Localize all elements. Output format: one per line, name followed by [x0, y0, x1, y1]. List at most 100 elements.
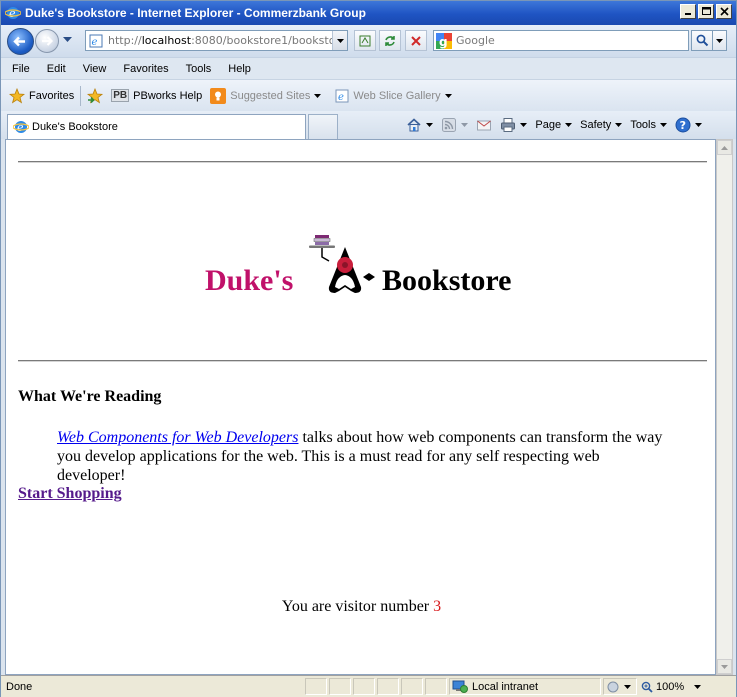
- maximize-button[interactable]: [698, 4, 714, 19]
- protected-mode-icon: [607, 681, 619, 692]
- back-button[interactable]: [7, 28, 34, 55]
- zone-label: Local intranet: [472, 680, 539, 693]
- printer-icon: [501, 118, 516, 132]
- status-cell: [401, 678, 423, 695]
- menu-file[interactable]: File: [1, 63, 36, 75]
- chevron-down-icon: [461, 123, 469, 127]
- menu-edit[interactable]: Edit: [36, 63, 72, 75]
- favorite-web-slice-gallery[interactable]: e Web Slice Gallery: [335, 89, 452, 103]
- read-mail-button[interactable]: [472, 117, 496, 133]
- feeds-button[interactable]: [437, 117, 472, 133]
- chevron-down-icon: [694, 684, 702, 689]
- zoom-icon: [641, 681, 653, 693]
- suggested-sites-icon: [210, 87, 227, 104]
- menu-bar: File Edit View Favorites Tools Help: [1, 57, 736, 79]
- add-to-favorites-bar-button[interactable]: [87, 87, 105, 104]
- section-heading: What We're Reading: [18, 388, 162, 405]
- address-dropdown-button[interactable]: [332, 31, 347, 50]
- web-slice-icon: e: [335, 89, 349, 103]
- page-menu-button[interactable]: Page: [531, 119, 576, 131]
- horizontal-rule: [18, 360, 707, 362]
- security-zone[interactable]: Local intranet: [449, 678, 601, 695]
- favorites-label: Favorites: [29, 89, 75, 102]
- svg-text:e: e: [92, 37, 98, 48]
- minimize-icon: [684, 13, 691, 15]
- svg-text:e: e: [338, 92, 344, 103]
- refresh-button[interactable]: [379, 30, 401, 51]
- address-bar[interactable]: e http://localhost:8080/bookstore1/books…: [85, 30, 348, 51]
- search-icon: [696, 34, 708, 47]
- page-content: Duke's Bookstore What We're Reading Web …: [5, 139, 716, 675]
- favorites-button[interactable]: Favorites: [9, 87, 75, 104]
- safety-menu-button[interactable]: Safety: [576, 119, 626, 131]
- forward-button[interactable]: [35, 29, 59, 53]
- zoom-control[interactable]: 100%: [639, 678, 717, 695]
- svg-text:e: e: [17, 121, 24, 134]
- svg-text:?: ?: [680, 119, 686, 132]
- favorite-label: PBworks Help: [133, 89, 203, 102]
- search-options-button[interactable]: [713, 30, 727, 51]
- help-icon: ?: [675, 117, 691, 133]
- search-input[interactable]: Google: [456, 34, 495, 47]
- browser-window: e Duke's Bookstore - Internet Explorer -…: [0, 0, 737, 697]
- favorite-label: Web Slice Gallery: [353, 89, 441, 102]
- status-bar: Done Local intranet 100%: [1, 675, 736, 697]
- chevron-down-icon: [695, 123, 702, 127]
- brand-bookstore: Bookstore: [382, 264, 512, 297]
- rss-feed-icon: [442, 118, 457, 132]
- book-link[interactable]: Web Components for Web Developers: [57, 429, 298, 446]
- refresh-icon: [385, 35, 395, 46]
- menu-favorites[interactable]: Favorites: [112, 63, 174, 75]
- vertical-scrollbar[interactable]: [716, 139, 733, 675]
- close-icon: [719, 7, 729, 16]
- chevron-down-icon: [615, 123, 623, 127]
- favorite-label: Suggested Sites: [230, 89, 311, 102]
- new-tab-button[interactable]: [308, 114, 338, 139]
- favorite-suggested-sites[interactable]: Suggested Sites: [210, 87, 322, 104]
- recent-pages-dropdown-icon[interactable]: [63, 37, 72, 43]
- stop-button[interactable]: [405, 30, 427, 51]
- home-button[interactable]: [402, 117, 437, 133]
- scroll-down-button[interactable]: [717, 659, 732, 674]
- search-button[interactable]: [691, 30, 713, 51]
- tab-row: e Duke's Bookstore Page Safety Tools ?: [1, 111, 736, 139]
- compatibility-view-button[interactable]: [354, 30, 376, 51]
- pbworks-icon: PB: [111, 89, 130, 102]
- chevron-down-icon: [565, 123, 573, 127]
- search-box[interactable]: g Google: [433, 30, 689, 51]
- tools-menu-button[interactable]: Tools: [626, 119, 671, 131]
- page-icon: e: [89, 34, 103, 48]
- mail-icon: [477, 120, 492, 131]
- chevron-down-icon: [444, 93, 452, 98]
- status-cell: [377, 678, 399, 695]
- chevron-down-icon: [426, 123, 434, 127]
- horizontal-rule: [18, 161, 707, 163]
- maximize-icon: [701, 7, 711, 15]
- favorite-pbworks-help[interactable]: PB PBworks Help: [111, 89, 202, 102]
- chevron-down-icon: [520, 123, 528, 127]
- minimize-button[interactable]: [680, 4, 696, 19]
- chevron-down-icon: [721, 664, 728, 669]
- scroll-up-button[interactable]: [717, 140, 732, 155]
- menu-tools[interactable]: Tools: [175, 63, 218, 75]
- bookstore-banner: Duke's Bookstore: [6, 226, 715, 300]
- home-icon: [407, 118, 421, 132]
- print-button[interactable]: [496, 117, 531, 133]
- featured-book-blurb: Web Components for Web Developers talks …: [57, 428, 667, 485]
- chevron-down-icon: [624, 684, 631, 689]
- status-cell: [425, 678, 447, 695]
- menu-help[interactable]: Help: [217, 63, 257, 75]
- brand-dukes: Duke's: [205, 264, 294, 297]
- visitor-counter: You are visitor number 3: [6, 598, 715, 616]
- status-cell: [353, 678, 375, 695]
- compatibility-view-icon: [359, 35, 371, 46]
- visitor-label: You are visitor number: [281, 598, 434, 615]
- svg-text:e: e: [9, 7, 16, 20]
- star-icon: [9, 87, 25, 104]
- close-button[interactable]: [716, 4, 732, 19]
- protected-mode-button[interactable]: [603, 678, 637, 695]
- tab-dukes-bookstore[interactable]: e Duke's Bookstore: [7, 114, 306, 139]
- menu-view[interactable]: View: [72, 63, 113, 75]
- start-shopping-link[interactable]: Start Shopping: [18, 485, 122, 503]
- help-button[interactable]: ?: [671, 117, 706, 133]
